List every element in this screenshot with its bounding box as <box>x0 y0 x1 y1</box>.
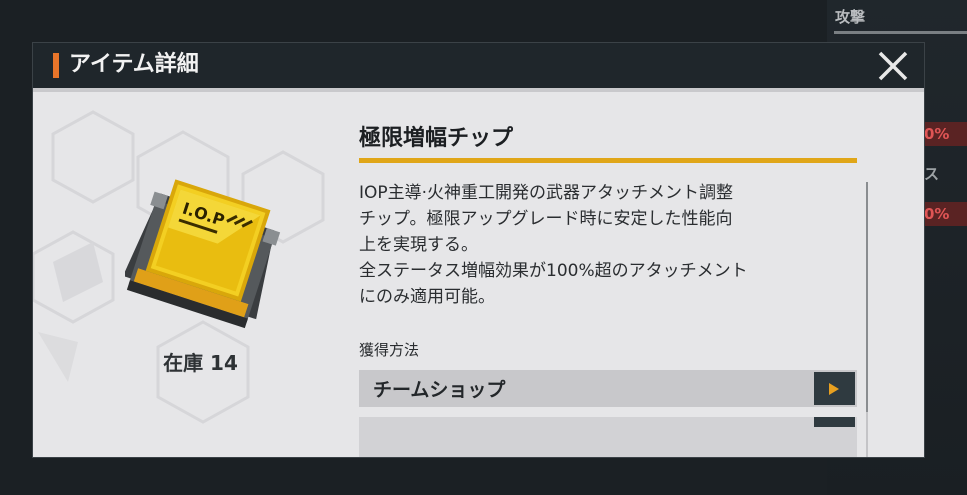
item-name-underline <box>359 158 857 163</box>
item-detail-dialog: アイテム詳細 I.O.P 在庫 14 極限増幅チップ IOP主導·火神重工開発の… <box>33 43 924 457</box>
dialog-title: アイテム詳細 <box>69 52 199 77</box>
acquisition-source-next-partial[interactable] <box>359 417 857 457</box>
background-label-mid: ス <box>924 165 940 183</box>
dialog-body: I.O.P 在庫 14 極限増幅チップ IOP主導·火神重工開発の武器アタッチメ… <box>33 92 924 457</box>
go-to-shop-button[interactable] <box>814 372 855 405</box>
description-scrollbar-thumb[interactable] <box>866 182 868 412</box>
close-icon <box>878 51 908 81</box>
close-button[interactable] <box>875 48 911 84</box>
stock-count: 在庫 14 <box>163 351 238 375</box>
item-name: 極限増幅チップ <box>359 126 514 151</box>
background-value-1: 0% <box>924 122 967 146</box>
background-value-2: 0% <box>924 202 967 226</box>
acquisition-source-team-shop[interactable]: チームショップ <box>359 370 857 407</box>
chip-icon: I.O.P <box>125 179 281 329</box>
item-description: IOP主導·火神重工開発の武器アタッチメント調整 チップ。極限アップグレード時に… <box>359 183 748 307</box>
title-accent-bar <box>53 53 59 78</box>
go-button-partial[interactable] <box>814 417 855 427</box>
acquisition-label: 獲得方法 <box>359 341 420 359</box>
background-stat-bar <box>834 31 967 34</box>
dialog-header: アイテム詳細 <box>33 43 924 88</box>
background-label-attack: 攻撃 <box>835 8 866 26</box>
play-arrow-icon <box>829 383 839 395</box>
acquisition-source-label: チームショップ <box>373 379 506 401</box>
